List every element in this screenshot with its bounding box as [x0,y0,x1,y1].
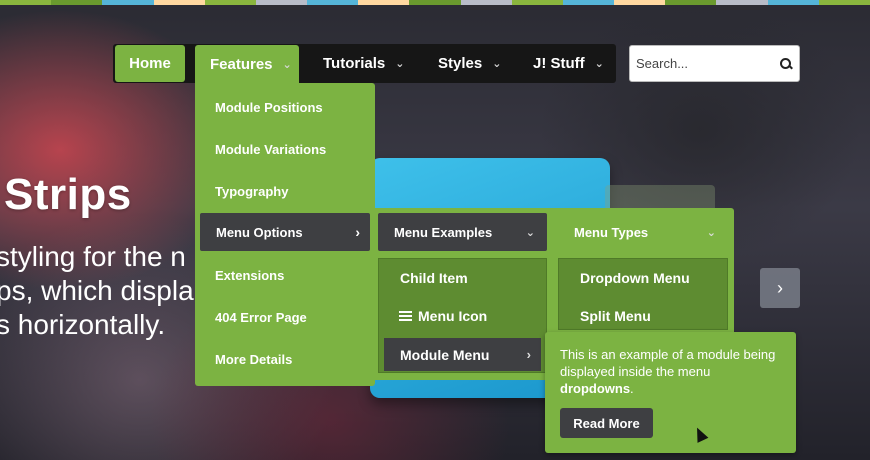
nav-item-label: Tutorials [323,55,386,72]
menu-item-more-details[interactable]: More Details [215,352,292,367]
features-dropdown: Module Positions Module Variations Typog… [195,83,375,386]
chevron-right-icon: › [355,224,360,240]
menu-item-child-item[interactable]: Child Item [400,270,468,286]
module-menu-panel: This is an example of a module being dis… [545,332,796,453]
color-strip-segment [716,0,768,5]
menu-item-typography[interactable]: Typography [215,184,288,199]
menu-item-label: Child Item [400,270,468,286]
nav-item-label: Home [129,55,171,72]
color-strip-segment [51,0,103,5]
color-strip-segment [511,0,563,5]
menu-item-dropdown-menu[interactable]: Dropdown Menu [580,270,690,286]
color-strip-segment [102,0,154,5]
menu-examples-label: Menu Examples [394,224,493,240]
chevron-down-icon: ⌄ [706,226,716,239]
chevron-down-icon: ⌄ [395,58,405,70]
color-strip-segment [562,0,615,5]
menu-item-module-positions[interactable]: Module Positions [215,100,323,115]
color-strip-segment [358,0,410,5]
menu-item-menu-options[interactable]: Menu Options › [200,213,370,251]
main-nav: Home Features ⌄ Tutorials ⌄ Styles ⌄ J! … [113,44,616,84]
menu-item-module-menu[interactable]: Module Menu › [384,338,541,371]
color-strip-segment [665,0,717,5]
menu-types-label: Menu Types [574,224,649,240]
color-strip-segment [460,0,512,5]
color-strip-segment [818,0,870,5]
search-input[interactable] [636,56,776,71]
menu-item-label: Menu Icon [418,308,488,324]
module-description-text: This is an example of a module being dis… [560,347,776,379]
menu-item-404-error-page[interactable]: 404 Error Page [215,310,307,325]
slide-next-button[interactable]: › [760,268,800,308]
module-description-bold: dropdowns [560,381,631,396]
module-description: This is an example of a module being dis… [560,346,785,397]
nav-item-label: Features [210,56,273,73]
chevron-down-icon: ⌄ [282,59,292,71]
menu-item-label: Module Menu [400,346,490,363]
menu-types-list: Dropdown Menu Split Menu [558,258,728,330]
color-strip-segment [614,0,666,5]
nav-item-label: Styles [438,55,483,72]
color-strip-segment [0,0,52,5]
chevron-down-icon: ⌄ [492,58,502,70]
chevron-down-icon: ⌄ [525,226,535,239]
nav-item-tutorials[interactable]: Tutorials ⌄ [323,45,404,82]
menu-examples-header[interactable]: Menu Examples ⌄ [378,213,547,251]
nav-item-features[interactable]: Features ⌄ [195,45,299,84]
module-description-end: . [630,381,634,396]
menu-item-label: Menu Options [216,224,303,240]
slide-title: Strips [4,170,132,219]
menu-item-menu-icon[interactable]: Menu Icon [399,308,488,324]
menu-item-split-menu[interactable]: Split Menu [580,308,651,324]
chevron-right-icon: › [777,277,783,298]
chevron-right-icon: › [526,347,531,362]
menu-examples-list: Child Item Menu Icon Module Menu › [378,258,547,373]
color-strip-segment [409,0,461,5]
nav-item-home[interactable]: Home [115,45,185,82]
list-icon [399,311,412,321]
color-strip-segment [204,0,256,5]
top-color-strip [0,0,870,5]
menu-item-extensions[interactable]: Extensions [215,268,284,283]
color-strip-segment [767,0,819,5]
nav-item-jstuff[interactable]: J! Stuff ⌄ [533,45,604,82]
nav-item-label: J! Stuff [533,55,585,72]
nav-item-styles[interactable]: Styles ⌄ [438,45,501,82]
read-more-button[interactable]: Read More [560,408,653,438]
search-box [629,45,800,82]
menu-item-module-variations[interactable]: Module Variations [215,142,326,157]
color-strip-segment [153,0,205,5]
color-strip-segment [255,0,308,5]
chevron-down-icon: ⌄ [594,58,604,70]
search-icon[interactable] [779,57,793,71]
color-strip-segment [307,0,359,5]
menu-types-header[interactable]: Menu Types ⌄ [558,213,728,251]
